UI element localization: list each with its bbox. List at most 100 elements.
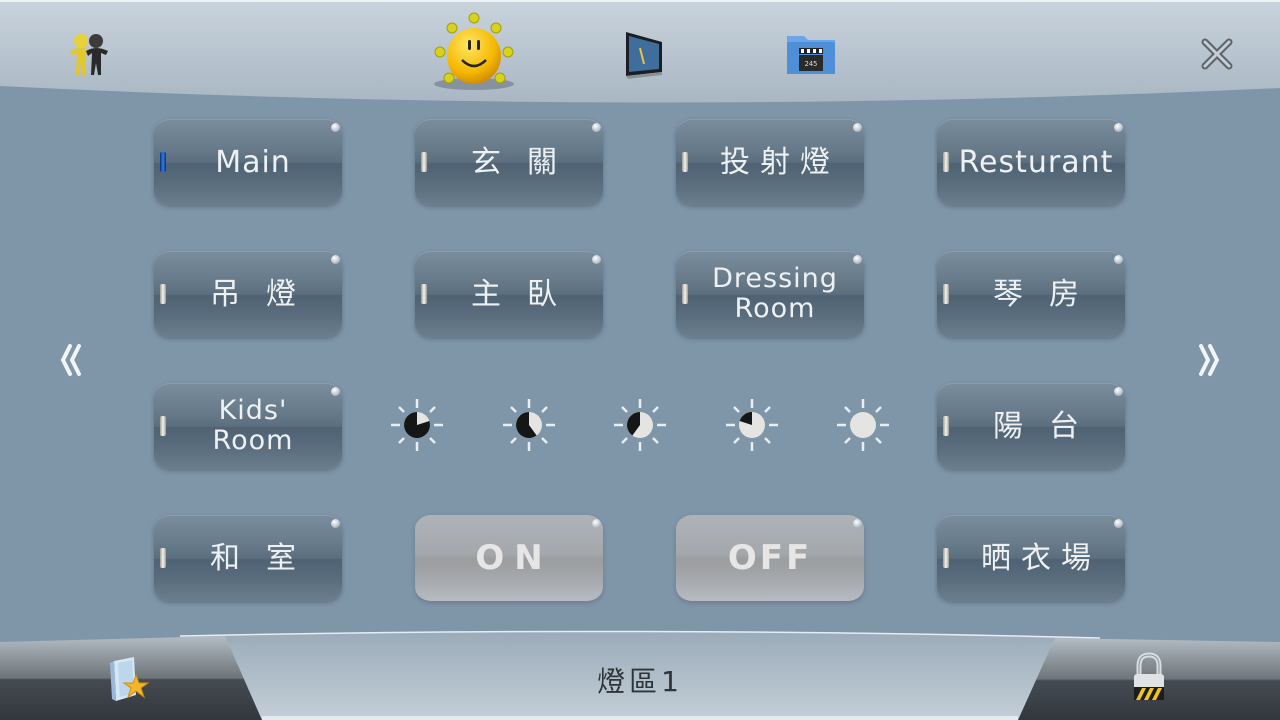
sun-ray — [763, 437, 771, 444]
sun-ray — [844, 437, 851, 444]
sun-ray — [844, 406, 851, 413]
indicator-led — [943, 284, 949, 304]
sun-ray — [732, 437, 740, 444]
indicator-led — [160, 416, 166, 436]
room-button-entrance[interactable]: 玄關 — [415, 119, 603, 205]
sun-ray — [875, 406, 882, 413]
room-label: 主臥 — [471, 276, 583, 312]
indicator-led — [682, 284, 688, 304]
indicator-led — [421, 284, 427, 304]
room-label-line: Room — [734, 293, 816, 324]
active-indicator-led — [160, 152, 166, 172]
sun-ray — [398, 437, 405, 444]
room-label: 玄關 — [471, 144, 583, 180]
room-button-main[interactable]: Main — [154, 119, 342, 205]
corner-dot — [853, 255, 862, 264]
room-button-laundry-yard[interactable]: 晒衣場 — [937, 515, 1125, 601]
room-button-dressing-room[interactable]: Dressing Room — [676, 251, 864, 337]
sun-ray — [621, 437, 628, 444]
sun-ray — [429, 437, 436, 444]
brightness-icon — [614, 399, 666, 451]
sun-ray — [398, 406, 405, 413]
indicator-led — [682, 152, 688, 172]
room-button-spotlight[interactable]: 投射燈 — [676, 119, 864, 205]
corner-dot — [853, 519, 862, 528]
room-button-restaurant[interactable]: Resturant — [937, 119, 1125, 205]
room-label: 陽台 — [993, 408, 1105, 444]
dimmer-level-80-button[interactable] — [722, 395, 782, 455]
room-button-master-bedroom[interactable]: 主臥 — [415, 251, 603, 337]
room-button-japanese-room[interactable]: 和室 — [154, 515, 342, 601]
corner-dot — [331, 255, 340, 264]
brightness-icon — [725, 399, 778, 451]
double-chevron-left-icon — [60, 344, 81, 376]
dimmer-level-20-button[interactable] — [387, 395, 447, 455]
room-label: Dressing Room — [702, 264, 838, 324]
brightness-icon — [391, 399, 443, 451]
favorites-folder-icon[interactable] — [104, 654, 156, 704]
room-label: Main — [215, 144, 291, 180]
sun-ray — [540, 437, 548, 444]
users-icon[interactable] — [60, 28, 120, 80]
room-label-line: Room — [212, 425, 294, 456]
sun-ray — [621, 406, 628, 413]
lock-icon[interactable] — [1124, 650, 1174, 706]
room-button-kids-room[interactable]: Kids' Room — [154, 383, 342, 469]
dimmer-level-40-button[interactable] — [499, 395, 559, 455]
dimmer-level-60-button[interactable] — [610, 395, 670, 455]
corner-dot — [592, 255, 601, 264]
sun-ray — [652, 406, 659, 413]
corner-dot — [331, 123, 340, 132]
room-label-line: Dressing — [712, 263, 838, 294]
room-label: Kids' Room — [203, 396, 294, 456]
clapboard-digits: 245 — [805, 60, 818, 68]
next-page-button[interactable] — [1194, 340, 1224, 380]
sun-ray — [763, 406, 771, 413]
brightness-icon — [502, 399, 555, 451]
dimmer-level-100-button[interactable] — [833, 395, 893, 455]
corner-dot — [1114, 387, 1123, 396]
room-label-line: Kids' — [218, 395, 288, 426]
close-icon[interactable] — [1196, 34, 1238, 74]
corner-dot — [592, 519, 601, 528]
room-label: Resturant — [958, 144, 1114, 180]
indicator-led — [160, 548, 166, 568]
indicator-led — [160, 284, 166, 304]
brightness-icon — [837, 399, 889, 451]
light-portion — [850, 412, 876, 438]
sun-ray — [875, 437, 882, 444]
indicator-led — [943, 416, 949, 436]
indicator-led — [421, 152, 427, 172]
top-bar: 245 — [0, 0, 1280, 110]
sun-ray — [652, 437, 659, 444]
sun-ray — [540, 406, 548, 413]
sun-ray — [429, 406, 436, 413]
lighting-smiley-icon[interactable] — [424, 10, 524, 94]
on-label: ON — [475, 537, 553, 578]
sun-ray — [509, 437, 517, 444]
indicator-led — [943, 152, 949, 172]
room-button-piano-room[interactable]: 琴房 — [937, 251, 1125, 337]
all-off-button[interactable]: OFF — [676, 515, 864, 601]
corner-dot — [331, 387, 340, 396]
tv-icon[interactable] — [622, 28, 668, 80]
all-on-button[interactable]: ON — [415, 515, 603, 601]
bottom-bar: 燈區1 — [0, 630, 1280, 720]
sun-ray — [509, 406, 517, 413]
room-button-balcony[interactable]: 陽台 — [937, 383, 1125, 469]
corner-dot — [853, 123, 862, 132]
previous-page-button[interactable] — [56, 340, 86, 380]
corner-dot — [1114, 123, 1123, 132]
room-label: 投射燈 — [720, 144, 840, 180]
room-label: 晒衣場 — [981, 540, 1101, 576]
room-label: 和室 — [210, 540, 322, 576]
corner-dot — [1114, 255, 1123, 264]
sun-ray — [732, 406, 740, 413]
zone-title: 燈區1 — [597, 665, 683, 698]
room-button-chandelier[interactable]: 吊燈 — [154, 251, 342, 337]
corner-dot — [331, 519, 340, 528]
corner-dot — [592, 123, 601, 132]
media-folder-icon[interactable]: 245 — [784, 30, 838, 78]
double-chevron-right-icon — [1199, 344, 1220, 376]
room-label: 琴房 — [993, 276, 1105, 312]
